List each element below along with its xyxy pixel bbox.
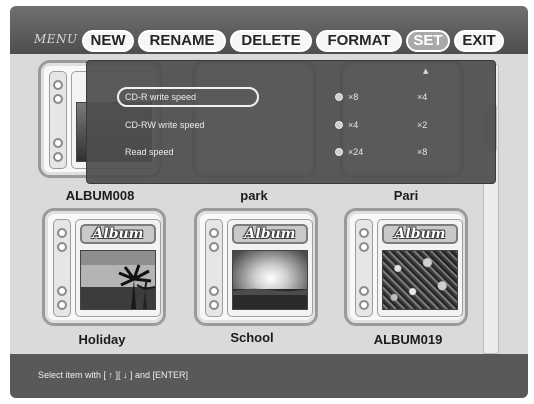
- album-spine: [53, 219, 71, 317]
- setting-label-read-speed[interactable]: Read speed: [125, 147, 174, 157]
- album-cover-title: Album: [232, 224, 308, 244]
- album-photo: [232, 250, 308, 310]
- menu-new-button[interactable]: NEW: [82, 30, 134, 52]
- album-card-album019[interactable]: Album: [344, 208, 468, 326]
- binder-ring-icon: [209, 300, 219, 310]
- album-page: Album: [377, 219, 463, 317]
- album-page: Album: [227, 219, 313, 317]
- album-card-holiday[interactable]: Album: [42, 208, 166, 326]
- binder-ring-icon: [53, 94, 63, 104]
- menu-rename-button[interactable]: RENAME: [138, 30, 226, 52]
- radio-button-icon: [335, 147, 343, 156]
- album-name-school: School: [230, 330, 274, 345]
- radio-button-icon: [335, 92, 343, 101]
- binder-ring-icon: [209, 242, 219, 252]
- status-bar: Select item with [ ↑ ][ ↓ ] and [ENTER]: [10, 354, 528, 398]
- album-spine: [49, 71, 67, 169]
- setting-label-cdrw-write-speed[interactable]: CD-RW write speed: [125, 120, 204, 130]
- option-read-x24[interactable]: ×24: [335, 147, 363, 157]
- album-cover-title: Album: [382, 224, 458, 244]
- album-card-school[interactable]: Album: [194, 208, 318, 326]
- album-name: park: [240, 188, 268, 203]
- radio-button-icon: [335, 120, 343, 129]
- album-name: ALBUM008: [65, 188, 135, 203]
- scroll-up-indicator: ▲: [423, 67, 429, 75]
- option-cdr-x8[interactable]: ×8: [335, 92, 358, 102]
- binder-ring-icon: [359, 300, 369, 310]
- binder-ring-icon: [53, 138, 63, 148]
- menu-delete-button[interactable]: DELETE: [230, 30, 312, 52]
- album-name-holiday: Holiday: [78, 332, 126, 347]
- album-name: Pari: [393, 188, 419, 203]
- binder-ring-icon: [57, 300, 67, 310]
- setting-label-cdr-write-speed[interactable]: CD-R write speed: [125, 92, 196, 102]
- binder-ring-icon: [53, 80, 63, 90]
- option-cdrw-x2[interactable]: ×2: [417, 120, 427, 130]
- binder-ring-icon: [359, 286, 369, 296]
- settings-popup: ▲ CD-R write speed ×8 ×4 CD-RW write spe…: [86, 60, 496, 184]
- binder-ring-icon: [57, 242, 67, 252]
- album-spine: [205, 219, 223, 317]
- menu-set-button[interactable]: SET: [406, 30, 450, 52]
- binder-ring-icon: [359, 242, 369, 252]
- binder-ring-icon: [209, 228, 219, 238]
- binder-ring-icon: [209, 286, 219, 296]
- album-cover-title: Album: [80, 224, 156, 244]
- menu-format-button[interactable]: FORMAT: [316, 30, 402, 52]
- binder-ring-icon: [53, 152, 63, 162]
- option-cdr-x4[interactable]: ×4: [417, 92, 427, 102]
- album-photo: [382, 250, 458, 310]
- status-hint-text: Select item with [ ↑ ][ ↓ ] and [ENTER]: [38, 370, 189, 380]
- menu-exit-button[interactable]: EXIT: [454, 30, 504, 52]
- binder-ring-icon: [57, 228, 67, 238]
- option-cdrw-x4[interactable]: ×4: [335, 120, 358, 130]
- album-page: Album: [75, 219, 161, 317]
- binder-ring-icon: [57, 286, 67, 296]
- option-read-x8[interactable]: ×8: [417, 147, 427, 157]
- photo-album-screen: MENU NEW RENAME DELETE FORMAT SET EXIT A…: [10, 6, 528, 398]
- album-name-album019: ALBUM019: [373, 332, 443, 347]
- binder-ring-icon: [359, 228, 369, 238]
- menu-label: MENU: [34, 32, 78, 46]
- menu-bar: MENU NEW RENAME DELETE FORMAT SET EXIT: [10, 6, 528, 54]
- album-spine: [355, 219, 373, 317]
- album-photo: [80, 250, 156, 310]
